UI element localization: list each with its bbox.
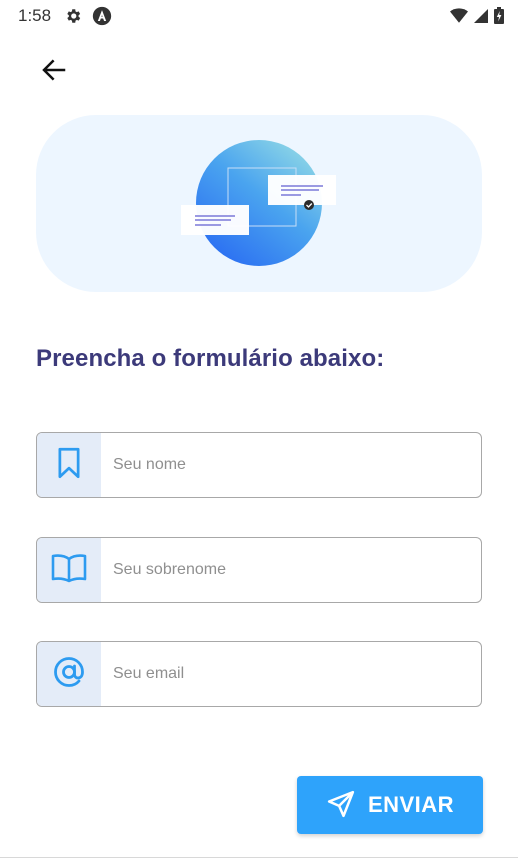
submit-button[interactable]: ENVIAR [297,776,483,834]
wifi-icon [450,7,468,29]
book-icon [51,553,87,588]
signal-icon [474,8,488,28]
field-icon-box [37,433,101,497]
last-name-input[interactable] [101,538,481,602]
first-name-field[interactable] [36,432,482,498]
form-title: Preencha o formulário abaixo: [36,345,385,372]
back-button[interactable] [32,52,76,92]
send-icon [326,789,356,822]
status-bar: 1:58 [0,0,518,32]
battery-icon [494,7,504,29]
at-sign-icon [52,655,86,694]
email-input[interactable] [101,642,481,706]
status-right-icons [450,7,504,29]
hero-card [36,115,482,292]
status-time: 1:58 [18,6,52,25]
divider [0,857,518,858]
status-left-icons [64,6,112,31]
first-name-input[interactable] [101,433,481,497]
submit-label: ENVIAR [367,792,455,817]
last-name-field[interactable] [36,537,482,603]
hero-illustration [181,140,341,275]
field-icon-box [37,642,101,706]
app-icon [92,6,112,31]
email-field[interactable] [36,641,482,707]
gear-icon [64,7,82,30]
field-icon-box [37,538,101,602]
arrow-left-icon [39,55,69,90]
bookmark-icon [55,447,83,484]
